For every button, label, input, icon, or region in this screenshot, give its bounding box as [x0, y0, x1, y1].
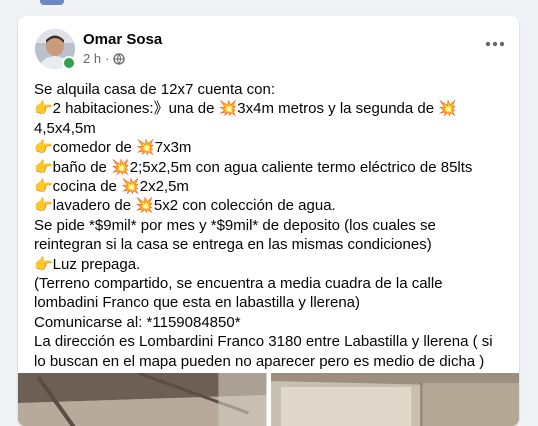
post-line: 👉baño de 💥2;5x2,5m con agua caliente ter…: [34, 158, 473, 176]
post-line: 👉2 habitaciones:》una de 💥3x4m metros y l…: [34, 100, 457, 118]
post-line: La dirección es Lombardini Franco 3180 e…: [34, 333, 493, 351]
post-timestamp[interactable]: 2 h: [83, 51, 101, 66]
post-line: 👉Luz prepaga.: [34, 255, 141, 273]
post-author-name[interactable]: Omar Sosa: [83, 31, 162, 48]
more-options-icon[interactable]: [485, 36, 505, 47]
globe-icon[interactable]: [113, 52, 126, 65]
post-line: reintegran si la casa se entrega en las …: [34, 236, 432, 254]
author-avatar[interactable]: [35, 29, 76, 70]
post-line: lo buscan en el mapa pueden no aparecer …: [34, 352, 485, 370]
post-photo[interactable]: [18, 373, 267, 426]
post-line: 👉comedor de 💥7x3m: [34, 139, 192, 157]
post-photos: [18, 373, 519, 426]
online-status-dot: [62, 56, 76, 70]
post-line: 4,5x4,5m: [34, 119, 96, 137]
post-card: Omar Sosa 2 h · Se alquila casa de 12x7 …: [18, 16, 519, 426]
post-line: Comunicarse al: *1159084850*: [34, 313, 241, 331]
post-line: 👉lavadero de 💥5x2 con colección de agua.: [34, 197, 336, 215]
meta-separator: ·: [105, 51, 110, 66]
post-line: 👉cocina de 💥2x2,5m: [34, 178, 189, 196]
top-nav-indicator: [40, 0, 64, 5]
post-body-text: Se alquila casa de 12x7 cuenta con: 👉2 h…: [34, 80, 509, 371]
post-line: Se pide *$9mil* por mes y *$9mil* de dep…: [34, 216, 436, 234]
post-photo[interactable]: [270, 373, 519, 426]
post-line: lombadini Franco que esta en labastilla …: [34, 294, 361, 312]
post-meta: 2 h ·: [83, 51, 126, 66]
post-line: Se alquila casa de 12x7 cuenta con:: [34, 81, 276, 98]
post-line: (Terreno compartido, se encuentra a medi…: [34, 275, 443, 293]
